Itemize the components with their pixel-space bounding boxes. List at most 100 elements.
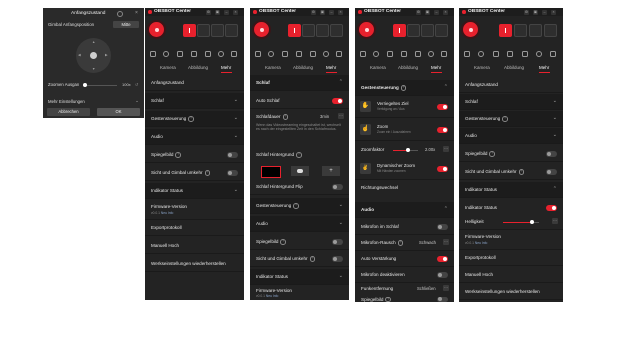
user-icon[interactable] <box>218 51 224 57</box>
hand-icon[interactable] <box>310 51 316 57</box>
camera-slot-3[interactable] <box>421 24 434 37</box>
pin-icon[interactable]: ▣ <box>215 9 220 15</box>
auto-verstaerkung-toggle[interactable] <box>437 256 448 262</box>
camera-slot-4[interactable] <box>435 24 448 37</box>
background-option-black[interactable] <box>261 166 281 178</box>
camera-slot-4[interactable] <box>330 24 343 37</box>
camera-device-icon[interactable] <box>254 22 269 37</box>
section-indikator-status[interactable]: Indikator Status ⌄ <box>250 269 349 285</box>
row-exportprotokoll[interactable]: Exportprotokoll <box>459 250 563 266</box>
help-icon[interactable]: ? <box>397 240 404 246</box>
help-icon[interactable]: ? <box>489 151 496 157</box>
gimbal-joystick[interactable]: ▲ ▼ ◀ ▶ <box>76 38 111 73</box>
row-werkseinstellungen[interactable]: Werkseinstellungen wiederherstellen <box>459 284 563 300</box>
zoomfaktor-menu-icon[interactable]: ⋯ <box>443 146 449 152</box>
more-settings-row[interactable]: Mehr Einstellungen ⌄ <box>43 98 144 106</box>
minimize-icon[interactable]: – <box>542 9 547 15</box>
hand-icon[interactable] <box>415 51 421 57</box>
neu-info-link[interactable]: Neu Info <box>475 241 487 245</box>
minimize-icon[interactable]: – <box>329 9 334 15</box>
tab-abbildung[interactable]: Abbildung <box>293 65 313 70</box>
camera-slot-3[interactable] <box>316 24 329 37</box>
camera-slot-1[interactable] <box>499 24 512 37</box>
help-icon[interactable]: ? <box>282 114 289 120</box>
arrow-right-icon[interactable]: ▶ <box>105 53 108 57</box>
settings-icon[interactable]: ⚙ <box>311 9 316 15</box>
help-icon[interactable]: ? <box>188 116 194 122</box>
camera-slot-1[interactable] <box>393 24 406 37</box>
funkentfernung-menu-icon[interactable]: ⋯ <box>443 285 449 291</box>
section-audio[interactable]: Audio ⌄ <box>459 128 563 144</box>
verriegeltes-ziel-toggle[interactable] <box>437 104 448 110</box>
tab-mehr[interactable]: Mehr <box>221 65 231 70</box>
shield-icon[interactable] <box>191 51 197 57</box>
sicht-gimbal-toggle[interactable] <box>227 170 238 176</box>
section-schlaf[interactable]: Schlaf ⌄ <box>459 94 563 110</box>
camera-slot-3[interactable] <box>529 24 542 37</box>
section-indikator-status[interactable]: Indikator Status ⌄ <box>145 183 244 199</box>
ok-button[interactable]: OK <box>97 108 140 116</box>
settings-icon[interactable] <box>268 51 274 57</box>
row-manuell[interactable]: Manuell Hoch <box>459 267 563 283</box>
helligkeit-slider[interactable] <box>503 219 539 224</box>
section-audio[interactable]: Audio ⌃ <box>355 202 454 218</box>
zoom-reset-icon[interactable]: ↺ <box>135 82 138 87</box>
minimize-icon[interactable]: – <box>224 9 229 15</box>
section-gestensteuerung[interactable]: Gestensteuerung? ⌄ <box>459 111 563 127</box>
close-icon[interactable]: × <box>233 9 238 15</box>
preset-icon[interactable] <box>493 51 499 57</box>
help-icon[interactable]: ? <box>204 170 211 176</box>
tab-kamera[interactable]: Kamera <box>370 65 386 70</box>
tab-kamera[interactable]: Kamera <box>160 65 176 70</box>
camera-slot-3[interactable] <box>211 24 224 37</box>
arrow-left-icon[interactable]: ◀ <box>78 53 81 57</box>
camera-icon[interactable] <box>360 51 366 57</box>
help-icon[interactable]: ? <box>502 116 508 122</box>
camera-icon[interactable] <box>464 51 470 57</box>
sicht-gimbal-toggle[interactable] <box>546 169 557 175</box>
section-gestensteuerung[interactable]: Gestensteuerung? ⌃ <box>355 80 454 96</box>
help-icon[interactable]: ? <box>400 85 407 91</box>
help-icon[interactable]: ? <box>385 296 392 302</box>
hand-icon[interactable] <box>522 51 528 57</box>
mikrofon-deaktivieren-toggle[interactable] <box>437 272 448 278</box>
tab-kamera[interactable]: Kamera <box>265 65 281 70</box>
settings-icon[interactable] <box>163 51 169 57</box>
settings-icon[interactable]: ⚙ <box>524 9 529 15</box>
pin-icon[interactable]: ▣ <box>425 9 430 15</box>
pin-icon[interactable]: ▣ <box>320 9 325 15</box>
user-icon[interactable] <box>536 51 542 57</box>
section-audio[interactable]: Audio ⌄ <box>145 129 244 145</box>
hintergrund-flip-toggle[interactable] <box>332 184 343 190</box>
shield-icon[interactable] <box>507 51 513 57</box>
close-icon[interactable]: × <box>135 10 138 16</box>
neu-info-link[interactable]: Neu Info <box>161 211 173 215</box>
close-icon[interactable]: × <box>443 9 448 15</box>
spiegelbild-toggle[interactable] <box>437 296 448 302</box>
help-icon[interactable]: ? <box>296 152 302 158</box>
sicht-gimbal-toggle[interactable] <box>332 256 343 262</box>
section-schlaf[interactable]: Schlaf ⌄ <box>145 93 244 109</box>
camera-icon[interactable] <box>150 51 156 57</box>
settings-icon[interactable]: ⚙ <box>206 9 211 15</box>
camera-slot-2[interactable] <box>197 24 210 37</box>
zoom-toggle[interactable] <box>437 127 448 133</box>
mikrofon-rausch-menu-icon[interactable]: ⋯ <box>443 239 449 245</box>
center-button[interactable]: Mitte <box>113 20 139 28</box>
tab-abbildung[interactable]: Abbildung <box>188 65 208 70</box>
menu-icon[interactable] <box>231 51 237 57</box>
close-icon[interactable]: × <box>551 9 556 15</box>
close-icon[interactable]: × <box>338 9 343 15</box>
tab-abbildung[interactable]: Abbildung <box>504 65 524 70</box>
spiegelbild-toggle[interactable] <box>227 152 238 158</box>
neu-info-link[interactable]: Neu Info <box>266 294 278 298</box>
row-manuell[interactable]: Manuell Hoch <box>145 238 244 254</box>
camera-slot-2[interactable] <box>514 24 527 37</box>
zoom-slider[interactable] <box>83 82 117 87</box>
camera-slot-1[interactable] <box>183 24 196 37</box>
schlafdauer-value[interactable]: 3min <box>320 114 329 119</box>
cancel-button[interactable]: Abbrechen <box>47 108 90 116</box>
helligkeit-menu-icon[interactable]: ⋯ <box>552 218 558 224</box>
indikator-status-toggle[interactable] <box>546 205 557 211</box>
user-icon[interactable] <box>428 51 434 57</box>
